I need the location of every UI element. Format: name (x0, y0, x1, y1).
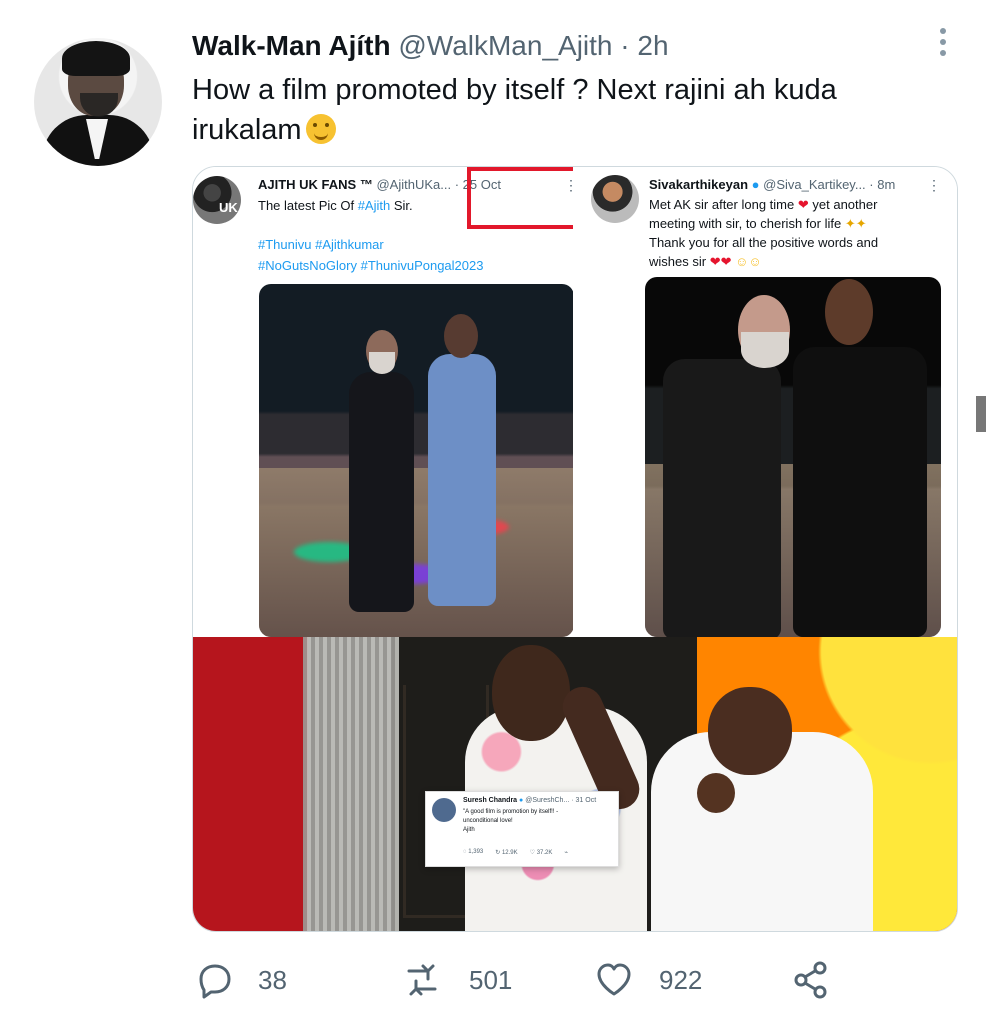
left-night-photo (259, 284, 573, 637)
man-face-right (708, 687, 792, 775)
quote-retweets-value: 12.9K (501, 850, 518, 856)
quote-handle: @SureshCh... (525, 797, 570, 804)
retweet-icon (407, 964, 437, 996)
metal-panel (303, 637, 399, 931)
verified-icon: ● (519, 797, 524, 804)
quote-line-2: unconditional love! (463, 818, 513, 824)
embedded-left-line-1: The latest Pic Of #Ajith Sir. (258, 197, 413, 215)
embedded-right-time: · 8m (869, 177, 896, 192)
quote-header: Suresh Chandra ● @SureshCh... · 31 Oct (463, 797, 596, 804)
quoted-tweet-card: Suresh Chandra ● @SureshCh... · 31 Oct "… (425, 791, 619, 867)
tweet-header: Walk-Man Ajíth @WalkMan_Ajith · 2h (192, 30, 669, 62)
person-face-2 (444, 314, 478, 358)
heart-icon (597, 963, 631, 996)
ajith-hashtag: #Ajith (357, 198, 391, 213)
person-black-shirt (349, 372, 414, 612)
red-heart-icon: ❤ (797, 197, 809, 212)
quote-author: Suresh Chandra (463, 797, 518, 804)
white-beard (741, 332, 789, 368)
embedded-left-handle: @AjithUK (376, 177, 434, 192)
quote-replies-value: 1,393 (468, 849, 484, 855)
right-night-photo (645, 277, 941, 637)
quote-likes-value: 37.2K (536, 850, 553, 856)
more-options-dot (940, 50, 946, 56)
avatar-text: UK (219, 200, 238, 215)
reply-count: 38 (258, 964, 287, 995)
embedded-left-line1-suffix: Sir. (390, 198, 413, 213)
quote-line-3: Ajith (463, 827, 475, 833)
more-options-dot (940, 39, 946, 45)
verified-icon: ● (751, 177, 760, 192)
share-button[interactable] (789, 958, 833, 1002)
share-icon (794, 961, 827, 999)
reply-icon (199, 964, 231, 999)
heart-emoji-icons: ❤❤ (709, 254, 732, 269)
sivakarthikeyan-avatar (591, 175, 639, 223)
man-face-left (492, 645, 570, 741)
embedded-right-handle: @Siva_Kartikey... (763, 177, 866, 192)
embedded-right-line-3: Thank you for all the positive words and (649, 235, 879, 250)
embedded-tweet-left: UK AJITH UK FANS ™ @AjithUKa... · 25 Oct… (193, 167, 574, 637)
hugging-face-emoji-icon (305, 114, 336, 144)
tweet-text: How a film promoted by itself ? Next raj… (192, 70, 927, 150)
embedded-left-author: AJITH UK FANS ™ (258, 177, 373, 192)
suresh-avatar (432, 798, 456, 822)
embedded-right-line-1: Met AK sir after long time ❤ yet another (649, 196, 877, 214)
retweet-button[interactable]: 501 (399, 958, 512, 1002)
quote-reply-count: ◌ 1,393 (463, 849, 484, 855)
embedded-left-truncated: a... (433, 177, 452, 192)
quote-retweet-count: ↻ 12.9K (495, 850, 518, 856)
quote-actions: ◌ 1,393 ↻ 12.9K ♡ 37.2K ⌁ (463, 849, 568, 856)
embedded-right-author: Sivakarthikeyan (649, 177, 749, 192)
scrollbar-handle[interactable] (976, 396, 986, 432)
more-options-dot (940, 28, 946, 34)
embedded-right-line1: Met AK sir after long time (649, 197, 795, 212)
embedded-right-more-icon: ⋮ (927, 177, 941, 193)
pray-emoji-icon: ✦✦ (844, 216, 867, 231)
embedded-left-hashtags-1: #Thunivu #Ajithkumar (258, 237, 384, 252)
embedded-right-line-2: meeting with sir, to cherish for life ✦✦ (649, 215, 867, 233)
quote-like-count: ♡ 37.2K (529, 850, 553, 856)
like-button[interactable]: 922 (593, 958, 702, 1002)
quote-share-icon: ⌁ (564, 850, 568, 856)
tweet-media-collage[interactable]: UK AJITH UK FANS ™ @AjithUKa... · 25 Oct… (192, 166, 958, 932)
person-face-right (825, 279, 873, 345)
embedded-tweet-right: Sivakarthikeyan ● @Siva_Kartikey... · 8m… (573, 167, 957, 637)
person-black-shirt-right (793, 347, 927, 637)
author-name[interactable]: Walk-Man Ajíth (192, 30, 391, 61)
comedy-meme-image: Suresh Chandra ● @SureshCh... · 31 Oct "… (193, 637, 957, 931)
embedded-left-line1-prefix: The latest Pic Of (258, 198, 358, 213)
author-handle[interactable]: @WalkMan_Ajith (398, 30, 612, 61)
embedded-right-line1-end: yet another (812, 197, 878, 212)
more-options-icon[interactable] (938, 28, 948, 62)
embedded-left-header: AJITH UK FANS ™ @AjithUKa... · 25 Oct (258, 177, 501, 192)
quote-line-1: "A good film is promotion by itself!! - (463, 809, 559, 815)
embedded-right-line4: wishes sir (649, 254, 707, 269)
person-black-shirt-left (663, 359, 781, 637)
profile-avatar[interactable] (34, 38, 162, 166)
like-count: 922 (659, 964, 703, 995)
tweet-time[interactable]: 2h (637, 30, 668, 61)
quote-date: · 31 Oct (571, 797, 597, 804)
embedded-right-header: Sivakarthikeyan ● @Siva_Kartikey... · 8m (649, 177, 895, 192)
embedded-right-line2: meeting with sir, to cherish for life (649, 216, 842, 231)
tweet-actions: 38 501 922 (194, 958, 834, 1004)
hug-emoji-icons: ☺☺ (735, 254, 762, 269)
embedded-left-hashtags-2: #NoGutsNoGlory #ThunivuPongal2023 (258, 258, 484, 273)
embedded-right-line-4: wishes sir ❤❤ ☺☺ (649, 253, 762, 271)
hand-on-chest (697, 773, 735, 813)
avatar-hair (62, 41, 130, 76)
uk-fans-avatar: UK (193, 176, 241, 224)
tweet-body: How a film promoted by itself ? Next raj… (192, 74, 837, 146)
person-blue-shirt (428, 354, 496, 606)
white-beard (369, 352, 395, 374)
time-separator: · (620, 30, 630, 61)
reply-button[interactable]: 38 (194, 958, 287, 1002)
red-highlight-box (467, 167, 573, 229)
retweet-count: 501 (469, 964, 513, 995)
